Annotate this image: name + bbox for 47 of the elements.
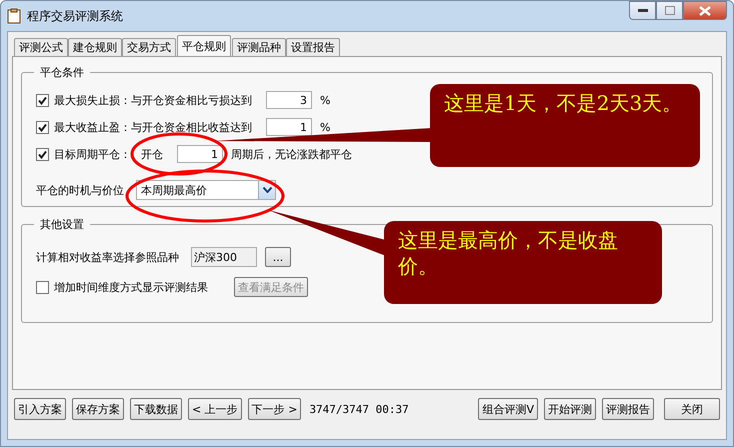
callout: 这里是最高价，不是收盘价。 xyxy=(384,221,662,304)
footer-button[interactable]: 引入方案 xyxy=(14,398,66,420)
close-icon xyxy=(699,6,711,16)
unit-label: 周期后，无论涨跌都平仓 xyxy=(231,146,352,162)
close-button[interactable] xyxy=(683,1,727,20)
tab[interactable]: 建仓规则 xyxy=(68,38,122,56)
input-field[interactable]: 沪深300 xyxy=(191,247,257,267)
footer-button[interactable]: 保存方案 xyxy=(72,398,124,420)
maximize-button[interactable] xyxy=(656,1,683,20)
input-field[interactable]: 1 xyxy=(177,145,223,163)
checkbox-label: 增加时间维度方式显示评测结果 xyxy=(54,280,208,294)
callout: 这里是1天，不是2天3天。 xyxy=(430,84,700,167)
checkbox[interactable] xyxy=(36,120,49,134)
minimize-icon xyxy=(638,8,648,12)
footer-button[interactable]: 组合评测V xyxy=(478,398,538,420)
group-title: 平仓条件 xyxy=(39,65,85,80)
field-label: 平仓的时机与价位 xyxy=(36,182,124,198)
minimize-button[interactable] xyxy=(629,1,656,20)
footer-button[interactable]: 下一步 > xyxy=(248,398,302,420)
checkbox-label: 目标周期平仓： xyxy=(54,146,131,162)
checkbox[interactable] xyxy=(36,94,49,106)
footer-button[interactable]: 关闭 xyxy=(664,398,720,420)
tab[interactable]: 评测公式 xyxy=(14,38,68,56)
footer-button[interactable]: 开始评测 xyxy=(544,398,596,420)
footer-button[interactable]: 下载数据 xyxy=(130,398,182,420)
tab[interactable]: 平仓规则 xyxy=(177,35,231,56)
checkbox-label: 最大损失止损：与开仓资金相比亏损达到 xyxy=(54,92,252,108)
input-field[interactable]: 1 xyxy=(266,118,312,136)
footer-button[interactable]: < 上一步 xyxy=(188,398,242,420)
group-title: 其他设置 xyxy=(39,217,85,232)
unit-label: % xyxy=(320,120,330,134)
browse-button[interactable]: ... xyxy=(265,247,291,267)
tab[interactable]: 交易方式 xyxy=(122,38,176,56)
unit-label: % xyxy=(320,94,330,106)
checkbox-label: 最大收益止盈：与开仓资金相比收益达到 xyxy=(54,120,252,134)
footer-button[interactable]: 评测报告 xyxy=(602,398,654,420)
input-field[interactable]: 3 xyxy=(266,91,312,109)
field-label: 开仓 xyxy=(141,146,163,162)
field-label: 计算相对收益率选择参照品种 xyxy=(36,250,179,264)
window-title: 程序交易评测系统 xyxy=(27,8,123,24)
dropdown[interactable]: 本周期最高价 xyxy=(136,180,276,200)
progress-status: 3747/3747 00:37 xyxy=(309,402,409,416)
tab[interactable]: 设置报告 xyxy=(286,38,340,56)
clipboard-icon xyxy=(7,8,21,24)
tab[interactable]: 评测品种 xyxy=(232,38,286,56)
maximize-icon xyxy=(664,6,674,15)
checkbox[interactable] xyxy=(36,148,49,160)
